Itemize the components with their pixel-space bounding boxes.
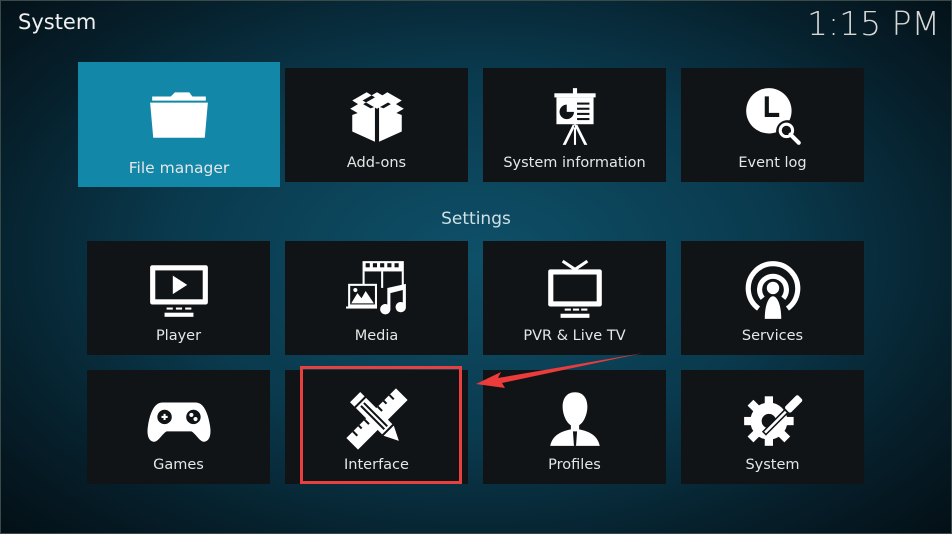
presentation-easel-icon xyxy=(540,82,610,152)
tile-label: Media xyxy=(354,328,399,344)
media-filmstrip-image-music-icon xyxy=(342,255,412,325)
page-title: System xyxy=(18,10,97,34)
tile-system[interactable]: System xyxy=(681,370,864,484)
tile-services[interactable]: Services xyxy=(681,241,864,355)
tile-system-information[interactable]: System information xyxy=(483,68,666,182)
tile-label: Profiles xyxy=(548,457,601,473)
tile-label: PVR & Live TV xyxy=(523,328,626,344)
tile-label: Games xyxy=(153,457,204,473)
annotation-highlight-box xyxy=(300,366,462,484)
folder-icon xyxy=(144,80,214,150)
tile-label: Services xyxy=(741,328,804,344)
tile-label: System xyxy=(745,457,800,473)
tile-games[interactable]: Games xyxy=(87,370,270,484)
tile-pvr-live-tv[interactable]: PVR & Live TV xyxy=(483,241,666,355)
monitor-play-icon xyxy=(144,255,214,325)
tile-media[interactable]: Media xyxy=(285,241,468,355)
tile-profiles[interactable]: Profiles xyxy=(483,370,666,484)
tile-label: Event log xyxy=(738,155,807,171)
clock-search-icon xyxy=(738,82,808,152)
broadcast-person-icon xyxy=(738,255,808,325)
open-box-icon xyxy=(342,82,412,152)
tile-label: File manager xyxy=(128,159,230,177)
tile-event-log[interactable]: Event log xyxy=(681,68,864,182)
tile-add-ons[interactable]: Add-ons xyxy=(285,68,468,182)
gamepad-icon xyxy=(144,384,214,454)
tile-label: Player xyxy=(155,328,202,344)
tile-label: Add-ons xyxy=(346,155,407,171)
tile-file-manager[interactable]: File manager xyxy=(78,62,280,187)
settings-heading: Settings xyxy=(441,209,511,229)
user-silhouette-icon xyxy=(540,384,610,454)
tv-antenna-icon xyxy=(540,255,610,325)
gear-screwdriver-icon xyxy=(738,384,808,454)
tile-label: System information xyxy=(503,155,646,171)
tile-player[interactable]: Player xyxy=(87,241,270,355)
clock: 1:15 PM xyxy=(807,4,940,43)
